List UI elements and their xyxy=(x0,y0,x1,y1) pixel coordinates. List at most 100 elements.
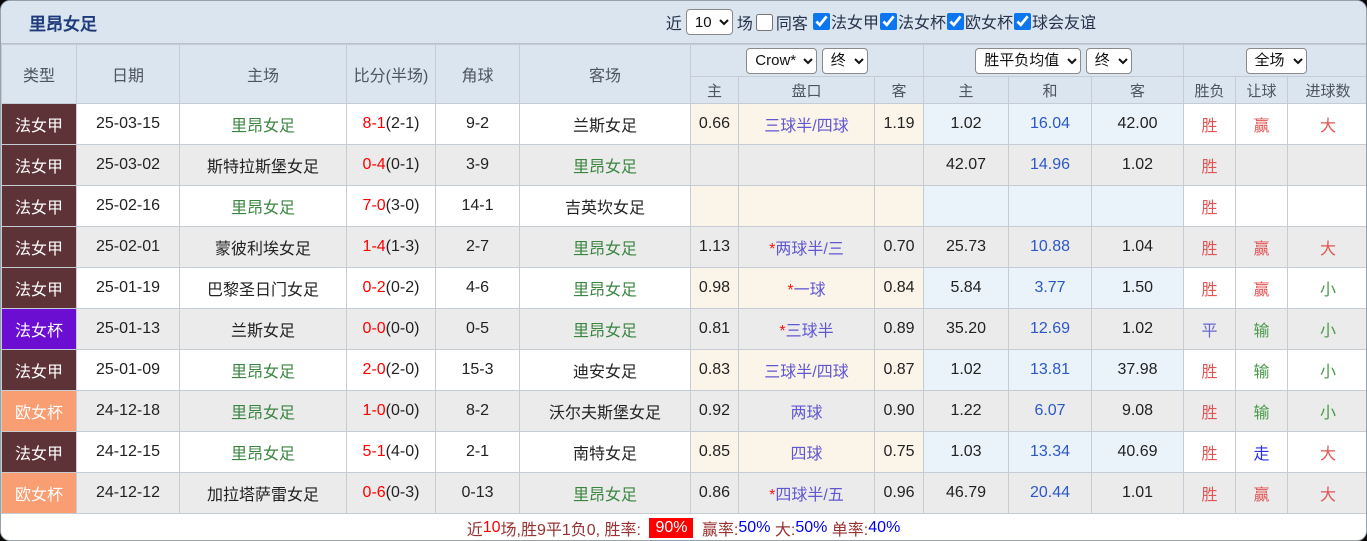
col-header-goals-result: 进球数 xyxy=(1288,77,1367,104)
cell-handicap-line: 三球半/四球 xyxy=(739,350,875,391)
half-time-score: (0-1) xyxy=(386,156,420,173)
league-filter-checkbox[interactable] xyxy=(947,13,964,30)
cell-goals-result: 大 xyxy=(1288,104,1367,145)
footer-segment: 赢率: xyxy=(697,516,738,540)
cell-avg-away xyxy=(1092,186,1184,227)
cell-avg-draw: 12.69 xyxy=(1009,309,1092,350)
wdl-time-select[interactable]: 终 xyxy=(1086,48,1132,74)
cell-result: 胜 xyxy=(1184,186,1236,227)
half-time-score: (0-0) xyxy=(386,320,420,337)
full-time-score: 7-0 xyxy=(363,197,386,214)
cell-league: 欧女杯 xyxy=(2,473,77,514)
cell-result: 胜 xyxy=(1184,473,1236,514)
same-venue-checkbox[interactable] xyxy=(756,14,773,31)
cell-odds-away: 1.19 xyxy=(875,104,924,145)
col-header-date: 日期 xyxy=(77,45,180,104)
full-time-score: 0-4 xyxy=(363,156,386,173)
cell-odds-home: 0.92 xyxy=(691,391,739,432)
cell-corner: 0-13 xyxy=(436,473,520,514)
league-filter: 法女杯 xyxy=(879,9,946,33)
cell-corner: 15-3 xyxy=(436,350,520,391)
favorite-star: * xyxy=(779,323,785,340)
cell-avg-home: 1.02 xyxy=(924,104,1009,145)
cell-away-team: 里昂女足 xyxy=(520,227,691,268)
cell-handicap-line xyxy=(739,145,875,186)
cell-avg-away: 42.00 xyxy=(1092,104,1184,145)
col-header-result: 胜负 xyxy=(1184,77,1236,104)
full-time-score: 0-0 xyxy=(363,320,386,337)
cell-avg-home: 1.03 xyxy=(924,432,1009,473)
cell-league: 法女杯 xyxy=(2,309,77,350)
col-header-avg-away: 客 xyxy=(1092,77,1184,104)
cell-date: 25-02-01 xyxy=(77,227,180,268)
league-filter: 球会友谊 xyxy=(1013,9,1096,33)
full-time-score: 1-0 xyxy=(363,402,386,419)
cell-score: 0-0(0-0) xyxy=(347,309,436,350)
cell-home-team: 蒙彼利埃女足 xyxy=(180,227,347,268)
cell-league: 法女甲 xyxy=(2,268,77,309)
cell-home-team: 加拉塔萨雷女足 xyxy=(180,473,347,514)
odds-company-select[interactable]: Crow* xyxy=(746,48,817,74)
league-filter-checkbox[interactable] xyxy=(880,13,897,30)
cell-result: 胜 xyxy=(1184,268,1236,309)
wdl-group-header: 胜平负均值 终 xyxy=(924,45,1184,77)
cell-odds-away: 0.96 xyxy=(875,473,924,514)
cell-handicap-line: 两球 xyxy=(739,391,875,432)
cell-handicap-line: *四球半/五 xyxy=(739,473,875,514)
col-header-type: 类型 xyxy=(2,45,77,104)
recent-label: 近 xyxy=(666,10,682,34)
cell-avg-away: 9.08 xyxy=(1092,391,1184,432)
cell-avg-draw: 16.04 xyxy=(1009,104,1092,145)
footer-segment: 50% xyxy=(738,519,770,537)
full-time-score: 0-6 xyxy=(363,484,386,501)
league-filter-label: 球会友谊 xyxy=(1032,9,1096,33)
cell-odds-home: 0.66 xyxy=(691,104,739,145)
full-time-score: 2-0 xyxy=(363,361,386,378)
cell-home-team: 巴黎圣日门女足 xyxy=(180,268,347,309)
cell-league: 法女甲 xyxy=(2,227,77,268)
footer-segment: 90% xyxy=(649,518,693,538)
league-filter-label: 法女甲 xyxy=(831,9,879,33)
half-time-score: (3-0) xyxy=(386,197,420,214)
recent-count-select[interactable]: 10 xyxy=(686,9,733,35)
cell-handicap-result: 赢 xyxy=(1236,227,1288,268)
cell-date: 25-01-09 xyxy=(77,350,180,391)
half-time-score: (4-0) xyxy=(386,443,420,460)
cell-away-team: 迪安女足 xyxy=(520,350,691,391)
league-filter-checkbox[interactable] xyxy=(813,13,830,30)
cell-date: 25-03-02 xyxy=(77,145,180,186)
wdl-metric-select[interactable]: 胜平负均值 xyxy=(975,48,1081,74)
cell-home-team: 里昂女足 xyxy=(180,350,347,391)
cell-corner: 14-1 xyxy=(436,186,520,227)
cell-avg-away: 1.01 xyxy=(1092,473,1184,514)
table-row: 法女甲24-12-15里昂女足5-1(4-0)2-1南特女足0.85四球0.75… xyxy=(2,432,1367,473)
cell-avg-away: 1.04 xyxy=(1092,227,1184,268)
cell-avg-home: 35.20 xyxy=(924,309,1009,350)
odds-time-select[interactable]: 终 xyxy=(822,48,868,74)
cell-score: 0-4(0-1) xyxy=(347,145,436,186)
cell-result: 胜 xyxy=(1184,145,1236,186)
cell-handicap-result xyxy=(1236,145,1288,186)
cell-away-team: 里昂女足 xyxy=(520,309,691,350)
league-filter-checkbox[interactable] xyxy=(1014,13,1031,30)
cell-goals-result: 小 xyxy=(1288,350,1367,391)
cell-avg-away: 40.69 xyxy=(1092,432,1184,473)
scope-select[interactable]: 全场 xyxy=(1246,48,1307,74)
footer-segment: 近 xyxy=(467,516,483,540)
cell-away-team: 南特女足 xyxy=(520,432,691,473)
match-history-panel: 里昂女足 近 10 场 同客 法女甲法女杯欧女杯球会友谊 类型 日期 主场 xyxy=(0,0,1367,541)
cell-league: 法女甲 xyxy=(2,145,77,186)
team-title: 里昂女足 xyxy=(29,10,97,35)
cell-odds-home: 0.86 xyxy=(691,473,739,514)
cell-league: 法女甲 xyxy=(2,104,77,145)
cell-handicap-result: 输 xyxy=(1236,350,1288,391)
summary-footer: 近10场,胜9平1负0, 胜率: 90% 赢率:50% 大:50% 单率:40% xyxy=(1,514,1366,541)
cell-score: 0-2(0-2) xyxy=(347,268,436,309)
footer-segment: 10 xyxy=(483,519,501,537)
table-header: 类型 日期 主场 比分(半场) 角球 客场 Crow* 终 胜平负均值 终 全场 xyxy=(2,45,1367,104)
cell-handicap-line: 三球半/四球 xyxy=(739,104,875,145)
cell-goals-result: 小 xyxy=(1288,268,1367,309)
cell-avg-home: 5.84 xyxy=(924,268,1009,309)
same-venue-label: 同客 xyxy=(776,10,808,34)
cell-league: 法女甲 xyxy=(2,350,77,391)
